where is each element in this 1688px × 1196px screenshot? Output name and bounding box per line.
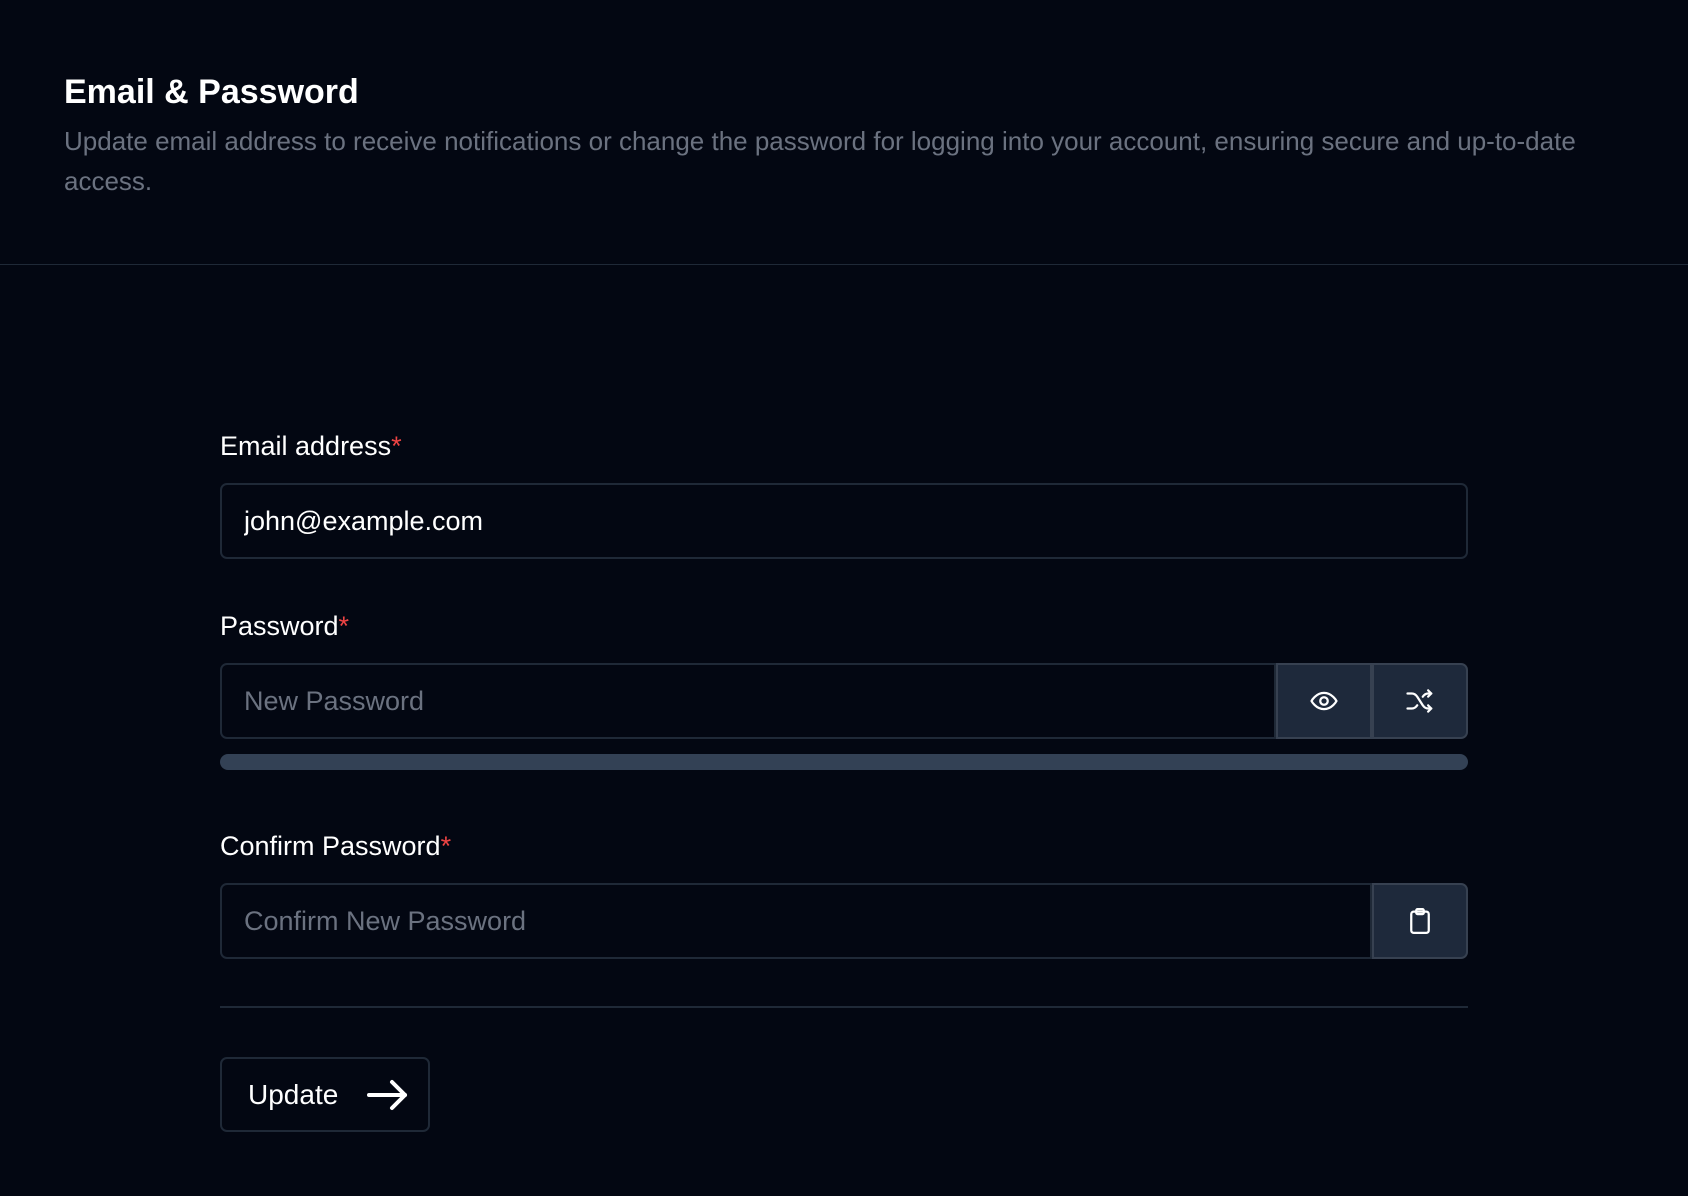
confirm-password-label: Confirm Password* bbox=[220, 829, 451, 863]
clipboard-icon bbox=[1410, 908, 1430, 934]
email-label: Email address* bbox=[220, 429, 402, 463]
paste-password-button[interactable] bbox=[1372, 883, 1468, 959]
password-label: Password* bbox=[220, 609, 349, 643]
generate-password-button[interactable] bbox=[1372, 663, 1468, 739]
email-password-form: Email address* Password* Confirm Passwor… bbox=[220, 0, 1468, 1196]
confirm-password-input[interactable] bbox=[220, 883, 1372, 959]
required-mark: * bbox=[391, 431, 402, 461]
toggle-password-visibility-button[interactable] bbox=[1276, 663, 1372, 739]
form-divider bbox=[220, 1006, 1468, 1008]
shuffle-icon bbox=[1406, 689, 1433, 713]
required-mark: * bbox=[338, 611, 350, 641]
eye-icon bbox=[1310, 691, 1338, 711]
email-label-text: Email address bbox=[220, 431, 392, 461]
required-mark: * bbox=[440, 831, 452, 861]
update-button[interactable]: Update bbox=[220, 1057, 430, 1132]
update-button-label: Update bbox=[248, 1078, 339, 1110]
arrow-right-icon bbox=[367, 1079, 408, 1110]
password-label-text: Password bbox=[220, 611, 339, 641]
password-strength-bar bbox=[220, 754, 1468, 770]
confirm-password-label-text: Confirm Password bbox=[220, 831, 441, 861]
email-input[interactable] bbox=[220, 483, 1468, 559]
password-input[interactable] bbox=[220, 663, 1276, 739]
